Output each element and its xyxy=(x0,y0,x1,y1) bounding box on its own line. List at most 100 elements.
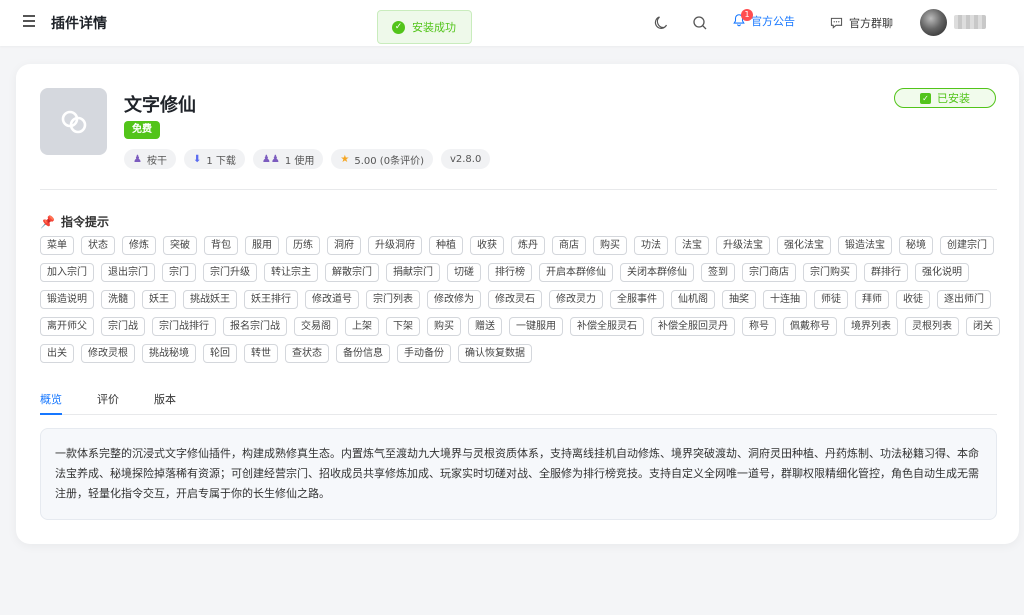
command-tag[interactable]: 手动备份 xyxy=(397,344,451,363)
tab-overview[interactable]: 概览 xyxy=(40,391,62,415)
command-tag[interactable]: 菜单 xyxy=(40,236,74,255)
command-tag[interactable]: 修改修为 xyxy=(427,290,481,309)
command-tag[interactable]: 宗门商店 xyxy=(742,263,796,282)
command-tag[interactable]: 锻造法宝 xyxy=(838,236,892,255)
command-tag[interactable]: 轮回 xyxy=(203,344,237,363)
command-tag[interactable]: 境界列表 xyxy=(844,317,898,336)
command-tag[interactable]: 下架 xyxy=(386,317,420,336)
command-tag[interactable]: 修改灵根 xyxy=(81,344,135,363)
command-tag[interactable]: 炼丹 xyxy=(511,236,545,255)
command-tag[interactable]: 挑战妖王 xyxy=(183,290,237,309)
command-tag[interactable]: 离开师父 xyxy=(40,317,94,336)
command-tag[interactable]: 购买 xyxy=(593,236,627,255)
username-blurred[interactable] xyxy=(954,15,986,29)
command-tag[interactable]: 宗门升级 xyxy=(203,263,257,282)
command-tag[interactable]: 解散宗门 xyxy=(325,263,379,282)
plugin-description: 一款体系完整的沉浸式文字修仙插件，构建成熟修真生态。内置炼气至渡劫九大境界与灵根… xyxy=(40,428,997,520)
command-tag[interactable]: 赠送 xyxy=(468,317,502,336)
command-tag[interactable]: 突破 xyxy=(163,236,197,255)
official-notice-link[interactable]: 1 官方公告 xyxy=(732,9,795,29)
installed-button[interactable]: ✓ 已安装 xyxy=(894,88,996,108)
command-tag[interactable]: 退出宗门 xyxy=(101,263,155,282)
command-tag[interactable]: 修改道号 xyxy=(305,290,359,309)
moon-icon[interactable] xyxy=(653,15,669,31)
command-tag[interactable]: 灵根列表 xyxy=(905,317,959,336)
avatar[interactable] xyxy=(920,9,947,36)
command-tag[interactable]: 收获 xyxy=(470,236,504,255)
command-tag[interactable]: 签到 xyxy=(701,263,735,282)
command-tag[interactable]: 佩戴称号 xyxy=(783,317,837,336)
command-tag[interactable]: 切磋 xyxy=(447,263,481,282)
installed-label: 已安装 xyxy=(937,92,970,105)
command-tag[interactable]: 交易阁 xyxy=(294,317,338,336)
command-tag[interactable]: 仙机阁 xyxy=(671,290,715,309)
command-tag[interactable]: 十连抽 xyxy=(763,290,807,309)
tab-versions[interactable]: 版本 xyxy=(154,391,176,415)
command-tag[interactable]: 抽奖 xyxy=(722,290,756,309)
command-tag[interactable]: 锻造说明 xyxy=(40,290,94,309)
command-tag[interactable]: 商店 xyxy=(552,236,586,255)
command-tag[interactable]: 补偿全服回灵丹 xyxy=(651,317,735,336)
command-tag[interactable]: 确认恢复数据 xyxy=(458,344,532,363)
command-tag[interactable]: 服用 xyxy=(245,236,279,255)
command-tag[interactable]: 宗门列表 xyxy=(366,290,420,309)
command-tag[interactable]: 妖王排行 xyxy=(244,290,298,309)
command-tag[interactable]: 功法 xyxy=(634,236,668,255)
command-tag[interactable]: 宗门 xyxy=(162,263,196,282)
downloads-meta: ⬇ 1 下载 xyxy=(183,149,245,169)
command-tag[interactable]: 关闭本群修仙 xyxy=(620,263,694,282)
command-tag[interactable]: 排行榜 xyxy=(488,263,532,282)
official-group-link[interactable]: 官方群聊 xyxy=(830,15,893,31)
command-tag[interactable]: 收徒 xyxy=(896,290,930,309)
command-tag[interactable]: 逐出师门 xyxy=(937,290,991,309)
command-tag[interactable]: 上架 xyxy=(345,317,379,336)
author-name: 桉干 xyxy=(146,155,167,167)
command-tag[interactable]: 称号 xyxy=(742,317,776,336)
bell-icon: 1 xyxy=(732,9,753,29)
command-tag[interactable]: 妖王 xyxy=(142,290,176,309)
toast-text: 安装成功 xyxy=(412,21,456,34)
command-tag[interactable]: 宗门战排行 xyxy=(152,317,216,336)
command-tag[interactable]: 法宝 xyxy=(675,236,709,255)
command-tag[interactable]: 背包 xyxy=(204,236,238,255)
command-tag[interactable]: 转让宗主 xyxy=(264,263,318,282)
command-tag[interactable]: 挑战秘境 xyxy=(142,344,196,363)
command-tag[interactable]: 宗门战 xyxy=(101,317,145,336)
link-icon xyxy=(61,110,86,133)
command-tag[interactable]: 捐献宗门 xyxy=(386,263,440,282)
menu-icon[interactable] xyxy=(23,15,35,29)
command-tag[interactable]: 一键服用 xyxy=(509,317,563,336)
command-tag[interactable]: 全服事件 xyxy=(610,290,664,309)
command-tag[interactable]: 师徒 xyxy=(814,290,848,309)
search-icon[interactable] xyxy=(692,15,708,31)
command-tag[interactable]: 拜师 xyxy=(855,290,889,309)
command-tag[interactable]: 洞府 xyxy=(327,236,361,255)
command-tag[interactable]: 报名宗门战 xyxy=(223,317,287,336)
command-tag[interactable]: 强化说明 xyxy=(915,263,969,282)
command-tag[interactable]: 历练 xyxy=(286,236,320,255)
command-tag[interactable]: 群排行 xyxy=(864,263,908,282)
command-tag[interactable]: 修炼 xyxy=(122,236,156,255)
command-tag[interactable]: 宗门购买 xyxy=(803,263,857,282)
command-tag[interactable]: 出关 xyxy=(40,344,74,363)
command-tag[interactable]: 强化法宝 xyxy=(777,236,831,255)
command-tag[interactable]: 升级法宝 xyxy=(716,236,770,255)
command-tag[interactable]: 秘境 xyxy=(899,236,933,255)
command-tag[interactable]: 备份信息 xyxy=(336,344,390,363)
command-tag[interactable]: 修改灵力 xyxy=(549,290,603,309)
command-tag[interactable]: 修改灵石 xyxy=(488,290,542,309)
tab-reviews[interactable]: 评价 xyxy=(97,391,119,415)
command-tag[interactable]: 创建宗门 xyxy=(940,236,994,255)
command-tag[interactable]: 开启本群修仙 xyxy=(539,263,613,282)
tab-bar: 概览 评价 版本 xyxy=(40,391,997,415)
command-tag[interactable]: 种植 xyxy=(429,236,463,255)
command-tag[interactable]: 升级洞府 xyxy=(368,236,422,255)
command-tag[interactable]: 转世 xyxy=(244,344,278,363)
command-tag[interactable]: 购买 xyxy=(427,317,461,336)
command-tag[interactable]: 查状态 xyxy=(285,344,329,363)
command-tag[interactable]: 闭关 xyxy=(966,317,1000,336)
command-tag[interactable]: 加入宗门 xyxy=(40,263,94,282)
command-tag[interactable]: 洗髓 xyxy=(101,290,135,309)
command-tag[interactable]: 状态 xyxy=(81,236,115,255)
command-tag[interactable]: 补偿全服灵石 xyxy=(570,317,644,336)
